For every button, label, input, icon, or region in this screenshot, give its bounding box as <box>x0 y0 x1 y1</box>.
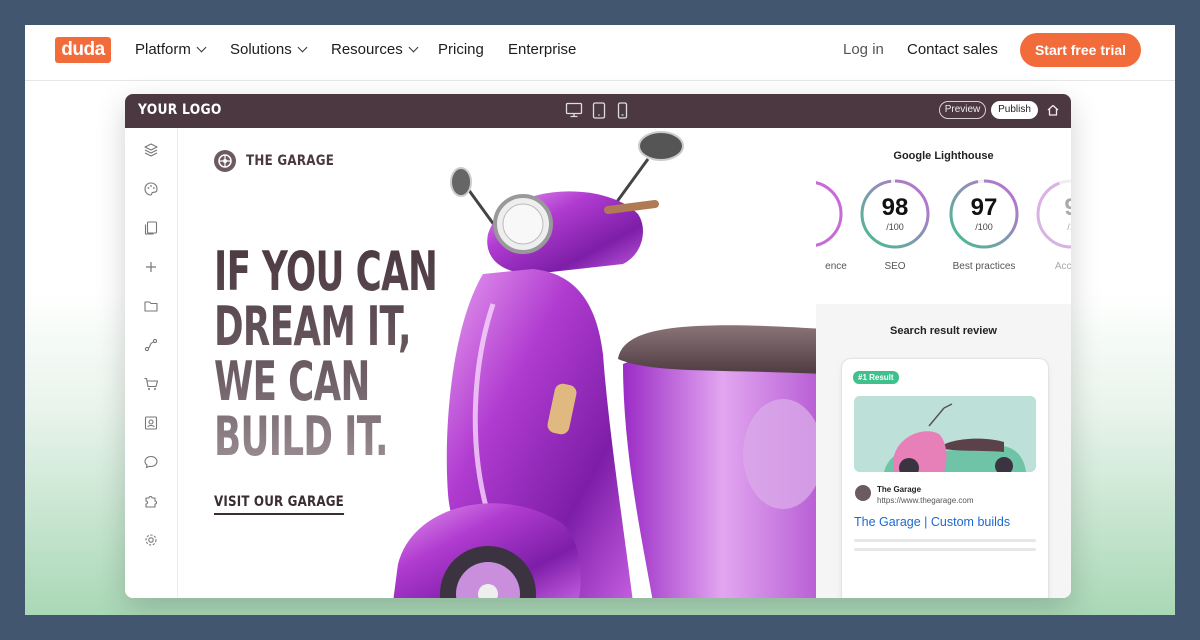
nav-resources[interactable]: Resources <box>331 41 419 59</box>
site-logo-placeholder[interactable]: YOUR LOGO <box>138 102 222 118</box>
chevron-down-icon <box>408 42 419 53</box>
nav-solutions[interactable]: Solutions <box>230 41 308 59</box>
duda-logo[interactable]: duda <box>55 37 111 63</box>
cart-icon[interactable] <box>143 376 159 392</box>
site-brand[interactable]: THE GARAGE <box>214 150 350 172</box>
gauge-best-practices: 97 /100 <box>948 178 1020 250</box>
search-result-title: Search result review <box>889 325 997 337</box>
nav-platform[interactable]: Platform <box>135 41 207 59</box>
pages-icon[interactable] <box>143 220 159 236</box>
chevron-down-icon <box>196 42 207 53</box>
result-thumbnail <box>854 396 1036 472</box>
start-free-trial-button[interactable]: Start free trial <box>1020 33 1141 67</box>
accessibility-max: /1 <box>1067 222 1071 232</box>
brand-name: THE GARAGE <box>246 153 335 169</box>
palette-icon[interactable] <box>143 181 159 197</box>
contact-sales-link[interactable]: Contact sales <box>907 41 998 59</box>
wheel-icon <box>214 150 236 172</box>
best-practices-max: /100 <box>975 222 993 232</box>
seo-max: /100 <box>886 222 904 232</box>
preview-button[interactable]: Preview <box>939 101 986 119</box>
gauge-seo: 98 /100 <box>859 178 931 250</box>
result-link[interactable]: The Garage | Custom builds <box>854 515 1010 529</box>
layers-icon[interactable] <box>143 142 159 158</box>
editor-window: YOUR LOGO Preview Publish THE GARAGE IF … <box>125 94 1071 598</box>
site-canvas: THE GARAGE IF YOU CAN DREAM IT, WE CAN B… <box>178 128 816 598</box>
nav-enterprise[interactable]: Enterprise <box>508 41 576 59</box>
gauge-label-accessibility: Access <box>1054 261 1071 272</box>
editor-toolbar: YOUR LOGO Preview Publish <box>125 94 1071 128</box>
plus-icon[interactable] <box>143 259 159 275</box>
lighthouse-title: Google Lighthouse <box>893 150 994 162</box>
folder-icon[interactable] <box>143 298 159 314</box>
puzzle-icon[interactable] <box>143 493 159 509</box>
gauge-label-seo: SEO <box>884 261 906 272</box>
gauge-label-best-practices: Best practices <box>952 261 1016 272</box>
top-navigation: duda Platform Solutions Resources Pricin… <box>25 25 1175 81</box>
settings-icon[interactable] <box>143 532 159 548</box>
best-practices-score: 97 <box>970 194 998 221</box>
publish-button[interactable]: Publish <box>991 101 1038 119</box>
connect-icon[interactable] <box>143 337 159 353</box>
chat-icon[interactable] <box>143 454 159 470</box>
site-favicon-icon <box>855 485 871 501</box>
nav-pricing[interactable]: Pricing <box>438 41 484 59</box>
gauge-performance <box>816 178 845 250</box>
editor-sidebar <box>125 128 178 598</box>
snippet-line <box>854 539 1036 542</box>
snippet-line <box>854 548 1036 551</box>
lighthouse-card: Google Lighthouse ence 98 /100 SEO 97 /1… <box>816 128 1071 304</box>
tablet-icon[interactable] <box>592 102 606 119</box>
search-result-card: #1 Result The Garage https://www.thegara… <box>841 358 1049 598</box>
desktop-icon[interactable] <box>565 102 583 118</box>
result-url: https://www.thegarage.com <box>877 496 974 505</box>
rank-badge: #1 Result <box>853 371 899 384</box>
mobile-icon[interactable] <box>617 102 628 119</box>
gauge-accessibility: 9 /1 <box>1035 178 1071 250</box>
contact-card-icon[interactable] <box>143 415 159 431</box>
result-site-name: The Garage <box>877 485 922 494</box>
page-frame: duda Platform Solutions Resources Pricin… <box>25 25 1175 615</box>
accessibility-score: 9 <box>1064 194 1071 221</box>
login-link[interactable]: Log in <box>843 41 884 59</box>
visit-garage-link[interactable]: VISIT OUR GARAGE <box>214 494 344 515</box>
seo-score: 98 <box>881 194 909 221</box>
hero-headline: IF YOU CAN DREAM IT, WE CAN BUILD IT. <box>214 244 478 464</box>
chevron-down-icon <box>297 42 308 53</box>
insights-panel: Google Lighthouse ence 98 /100 SEO 97 /1… <box>816 128 1071 598</box>
home-icon[interactable] <box>1046 103 1060 117</box>
